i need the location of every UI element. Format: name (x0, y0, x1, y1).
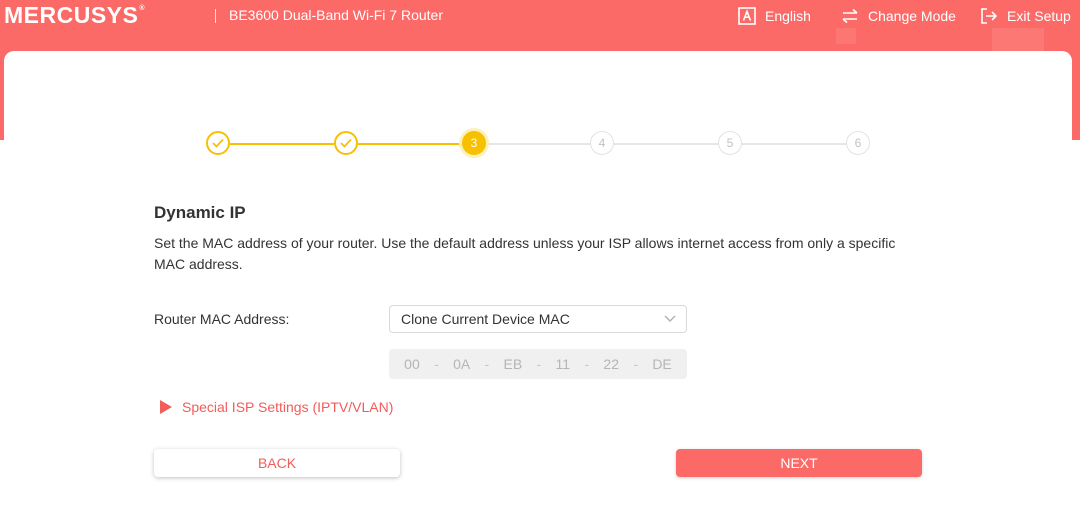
step-6: 6 (846, 131, 870, 155)
exit-setup-button[interactable]: Exit Setup (979, 6, 1071, 26)
step-5: 5 (718, 131, 742, 155)
registered-mark: ® (139, 5, 146, 12)
language-label: English (765, 8, 811, 24)
page-description: Set the MAC address of your router. Use … (154, 235, 896, 272)
brand-logo: MERCUSYS® (4, 2, 145, 29)
step-3-current: 3 (462, 131, 486, 155)
change-mode-label: Change Mode (868, 8, 956, 24)
step-connector (614, 143, 718, 145)
mac-separator: - (484, 356, 490, 372)
swap-icon (842, 8, 858, 24)
header-divider (215, 9, 216, 23)
exit-icon (981, 8, 998, 24)
mac-separator: - (536, 356, 542, 372)
mac-address-label: Router MAC Address: (154, 311, 290, 327)
step-connector (742, 143, 846, 145)
language-button[interactable]: English (737, 6, 811, 26)
mac-select-value: Clone Current Device MAC (401, 311, 570, 327)
mac-address-field: 00 - 0A - EB - 11 - 22 - DE (389, 349, 687, 379)
top-bar: MERCUSYS® BE3600 Dual-Band Wi-Fi 7 Route… (0, 0, 1080, 32)
mac-separator: - (434, 356, 439, 372)
brand-name: MERCUSYS (4, 2, 139, 28)
step-connector (358, 143, 462, 145)
mac-address-select[interactable]: Clone Current Device MAC (389, 305, 687, 333)
next-button[interactable]: NEXT (676, 449, 922, 477)
setup-card (4, 51, 1072, 511)
check-icon (212, 138, 224, 148)
special-isp-settings-toggle[interactable]: Special ISP Settings (IPTV/VLAN) (160, 399, 393, 415)
mac-octet-4: 11 (555, 356, 571, 372)
step-1-completed (206, 131, 230, 155)
mac-separator: - (584, 356, 590, 372)
page-title: Dynamic IP (154, 203, 246, 222)
chevron-down-icon (664, 315, 676, 322)
special-isp-settings-label: Special ISP Settings (IPTV/VLAN) (182, 399, 394, 415)
language-icon (738, 7, 756, 25)
mac-octet-1: 00 (404, 356, 420, 372)
caret-right-icon (160, 400, 172, 414)
mac-separator: - (633, 356, 638, 372)
mac-octet-3: EB (503, 356, 523, 372)
model-name: BE3600 Dual-Band Wi-Fi 7 Router (229, 7, 443, 23)
mac-octet-2: 0A (453, 356, 471, 372)
step-4: 4 (590, 131, 614, 155)
step-connector (486, 143, 590, 145)
step-connector (230, 143, 334, 145)
check-icon (340, 138, 352, 148)
mac-octet-6: DE (652, 356, 672, 372)
mac-octet-5: 22 (603, 356, 619, 372)
exit-setup-label: Exit Setup (1007, 8, 1071, 24)
back-button[interactable]: BACK (154, 449, 400, 477)
change-mode-button[interactable]: Change Mode (840, 6, 956, 26)
step-2-completed (334, 131, 358, 155)
